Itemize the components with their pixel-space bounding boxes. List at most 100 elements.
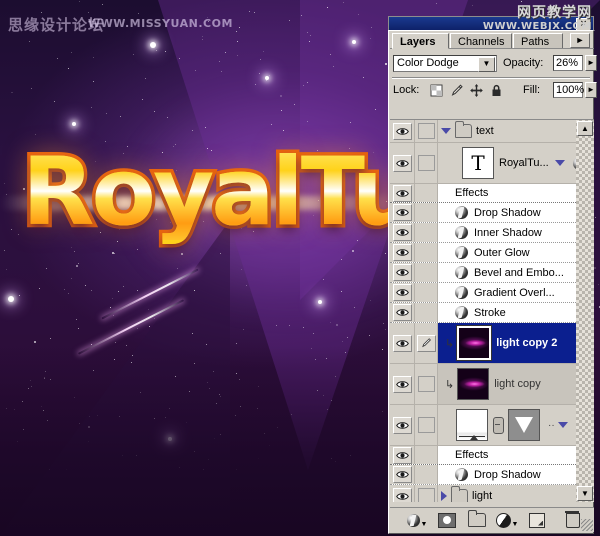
- chevron-down-icon[interactable]: [558, 422, 568, 428]
- layer-row[interactable]: Drop Shadow: [390, 203, 576, 223]
- chevron-right-icon[interactable]: [441, 491, 447, 501]
- fx-icon: [455, 266, 468, 279]
- layer-link-cell: [415, 263, 438, 282]
- scroll-down-button[interactable]: ▼: [577, 486, 593, 501]
- effect-content: Effects: [438, 446, 576, 464]
- layer-visibility-toggle[interactable]: [390, 465, 415, 484]
- fill-input[interactable]: 100%: [553, 82, 583, 98]
- layer-visibility-toggle[interactable]: [390, 243, 415, 262]
- layer-row[interactable]: Effects: [390, 184, 576, 203]
- layer-link-cell[interactable]: [415, 405, 438, 445]
- layer-thumbnail[interactable]: T: [462, 147, 494, 179]
- layer-visibility-toggle[interactable]: [390, 120, 415, 142]
- blend-row: Color Dodge ▼ Opacity: 26% ►: [393, 54, 589, 74]
- layer-visibility-toggle[interactable]: [390, 364, 415, 404]
- link-chain-icon[interactable]: [493, 417, 504, 434]
- tab-paths[interactable]: Paths: [513, 33, 563, 49]
- effect-content: Inner Shadow: [438, 223, 576, 242]
- layer-row[interactable]: Stroke: [390, 303, 576, 323]
- layer-row[interactable]: Drop Shadow: [390, 465, 576, 485]
- layer-visibility-toggle[interactable]: [390, 223, 415, 242]
- new-layer-button[interactable]: [524, 510, 550, 530]
- layer-link-cell[interactable]: [415, 143, 438, 183]
- effect-name: Bevel and Embo...: [472, 267, 564, 279]
- layer-mask-thumbnail[interactable]: [508, 409, 540, 441]
- layer-link-cell[interactable]: [415, 485, 438, 502]
- layer-link-cell: [415, 203, 438, 222]
- layer-visibility-toggle[interactable]: [390, 405, 415, 445]
- layer-row[interactable]: Bevel and Embo...: [390, 263, 576, 283]
- eye-box: [393, 335, 412, 352]
- layer-visibility-toggle[interactable]: [390, 184, 415, 202]
- fx-icon: [455, 226, 468, 239]
- layer-name: light copy 2: [496, 337, 557, 349]
- layer-thumbnail[interactable]: [457, 368, 489, 400]
- layer-row[interactable]: ··: [390, 405, 576, 446]
- layer-row[interactable]: ↳light copy 2: [390, 323, 576, 364]
- scroll-up-button[interactable]: ▲: [577, 121, 593, 136]
- effect-content: Drop Shadow: [438, 465, 576, 484]
- eye-box: [393, 447, 412, 464]
- chevron-down-icon[interactable]: [555, 160, 565, 166]
- layer-row[interactable]: Gradient Overl...: [390, 283, 576, 303]
- layer-link-cell: [415, 465, 438, 484]
- watermark-right: 网页教学网 WWW.WEBJX.COM: [474, 2, 592, 32]
- layer-row[interactable]: ↳light copy: [390, 364, 576, 405]
- layer-visibility-toggle[interactable]: [390, 203, 415, 222]
- layer-visibility-toggle[interactable]: [390, 303, 415, 322]
- chevron-down-icon[interactable]: [441, 128, 451, 134]
- layer-row[interactable]: light: [390, 485, 576, 502]
- layer-row[interactable]: Effects: [390, 446, 576, 465]
- fill-stepper[interactable]: ►: [585, 82, 597, 98]
- move-icon[interactable]: [469, 83, 484, 98]
- layer-thumbnail[interactable]: [457, 326, 491, 360]
- lock-icon[interactable]: [489, 83, 504, 98]
- panel-menu-icon[interactable]: ►: [570, 33, 590, 48]
- layer-row[interactable]: text: [390, 120, 576, 143]
- resize-grip[interactable]: [581, 519, 593, 531]
- layer-style-button[interactable]: ▼: [404, 510, 430, 530]
- chevron-down-icon[interactable]: ▼: [478, 57, 495, 72]
- layer-link-cell[interactable]: [415, 323, 438, 363]
- layer-link-cell: [415, 184, 438, 202]
- add-mask-button[interactable]: [434, 510, 460, 530]
- new-adjustment-button[interactable]: ▼: [494, 510, 520, 530]
- layer-visibility-toggle[interactable]: [390, 143, 415, 183]
- opacity-input[interactable]: 26%: [553, 55, 583, 71]
- layer-thumbnail[interactable]: [456, 409, 488, 441]
- blend-mode-select[interactable]: Color Dodge ▼: [393, 55, 497, 72]
- layer-visibility-toggle[interactable]: [390, 446, 415, 464]
- link-box: [418, 155, 435, 171]
- layer-link-cell: [415, 223, 438, 242]
- effects-label: Effects: [441, 449, 488, 461]
- eye-box: [393, 224, 412, 241]
- transparency-icon[interactable]: [429, 83, 444, 98]
- fx-icon[interactable]: [573, 157, 576, 170]
- effect-content: Stroke: [438, 303, 576, 322]
- layer-visibility-toggle[interactable]: [390, 283, 415, 302]
- chevron-down-icon: ▼: [512, 521, 519, 528]
- tab-layers[interactable]: Layers: [392, 33, 449, 49]
- folder-icon: [455, 124, 472, 138]
- new-group-button[interactable]: [464, 510, 490, 530]
- layer-row[interactable]: Outer Glow: [390, 243, 576, 263]
- layer-row[interactable]: TRoyalTu...: [390, 143, 576, 184]
- eye-icon: [396, 492, 409, 501]
- layer-row[interactable]: Inner Shadow: [390, 223, 576, 243]
- layer-link-cell[interactable]: [415, 364, 438, 404]
- separator-dots: ··: [548, 420, 555, 431]
- layer-link-cell[interactable]: [415, 120, 438, 142]
- layer-visibility-toggle[interactable]: [390, 323, 415, 363]
- brush-icon[interactable]: [449, 83, 464, 98]
- folder-icon: [451, 489, 468, 502]
- layer-link-cell: [415, 446, 438, 464]
- mask-icon: [438, 513, 456, 528]
- eye-icon: [396, 159, 409, 168]
- layer-visibility-toggle[interactable]: [390, 485, 415, 502]
- layer-visibility-toggle[interactable]: [390, 263, 415, 282]
- tab-channels[interactable]: Channels: [450, 33, 512, 49]
- scroll-track[interactable]: [576, 120, 594, 502]
- layer-list[interactable]: ▲ ▼ textTRoyalTu...EffectsDrop ShadowInn…: [390, 119, 594, 502]
- eye-icon: [396, 451, 409, 460]
- opacity-stepper[interactable]: ►: [585, 55, 597, 71]
